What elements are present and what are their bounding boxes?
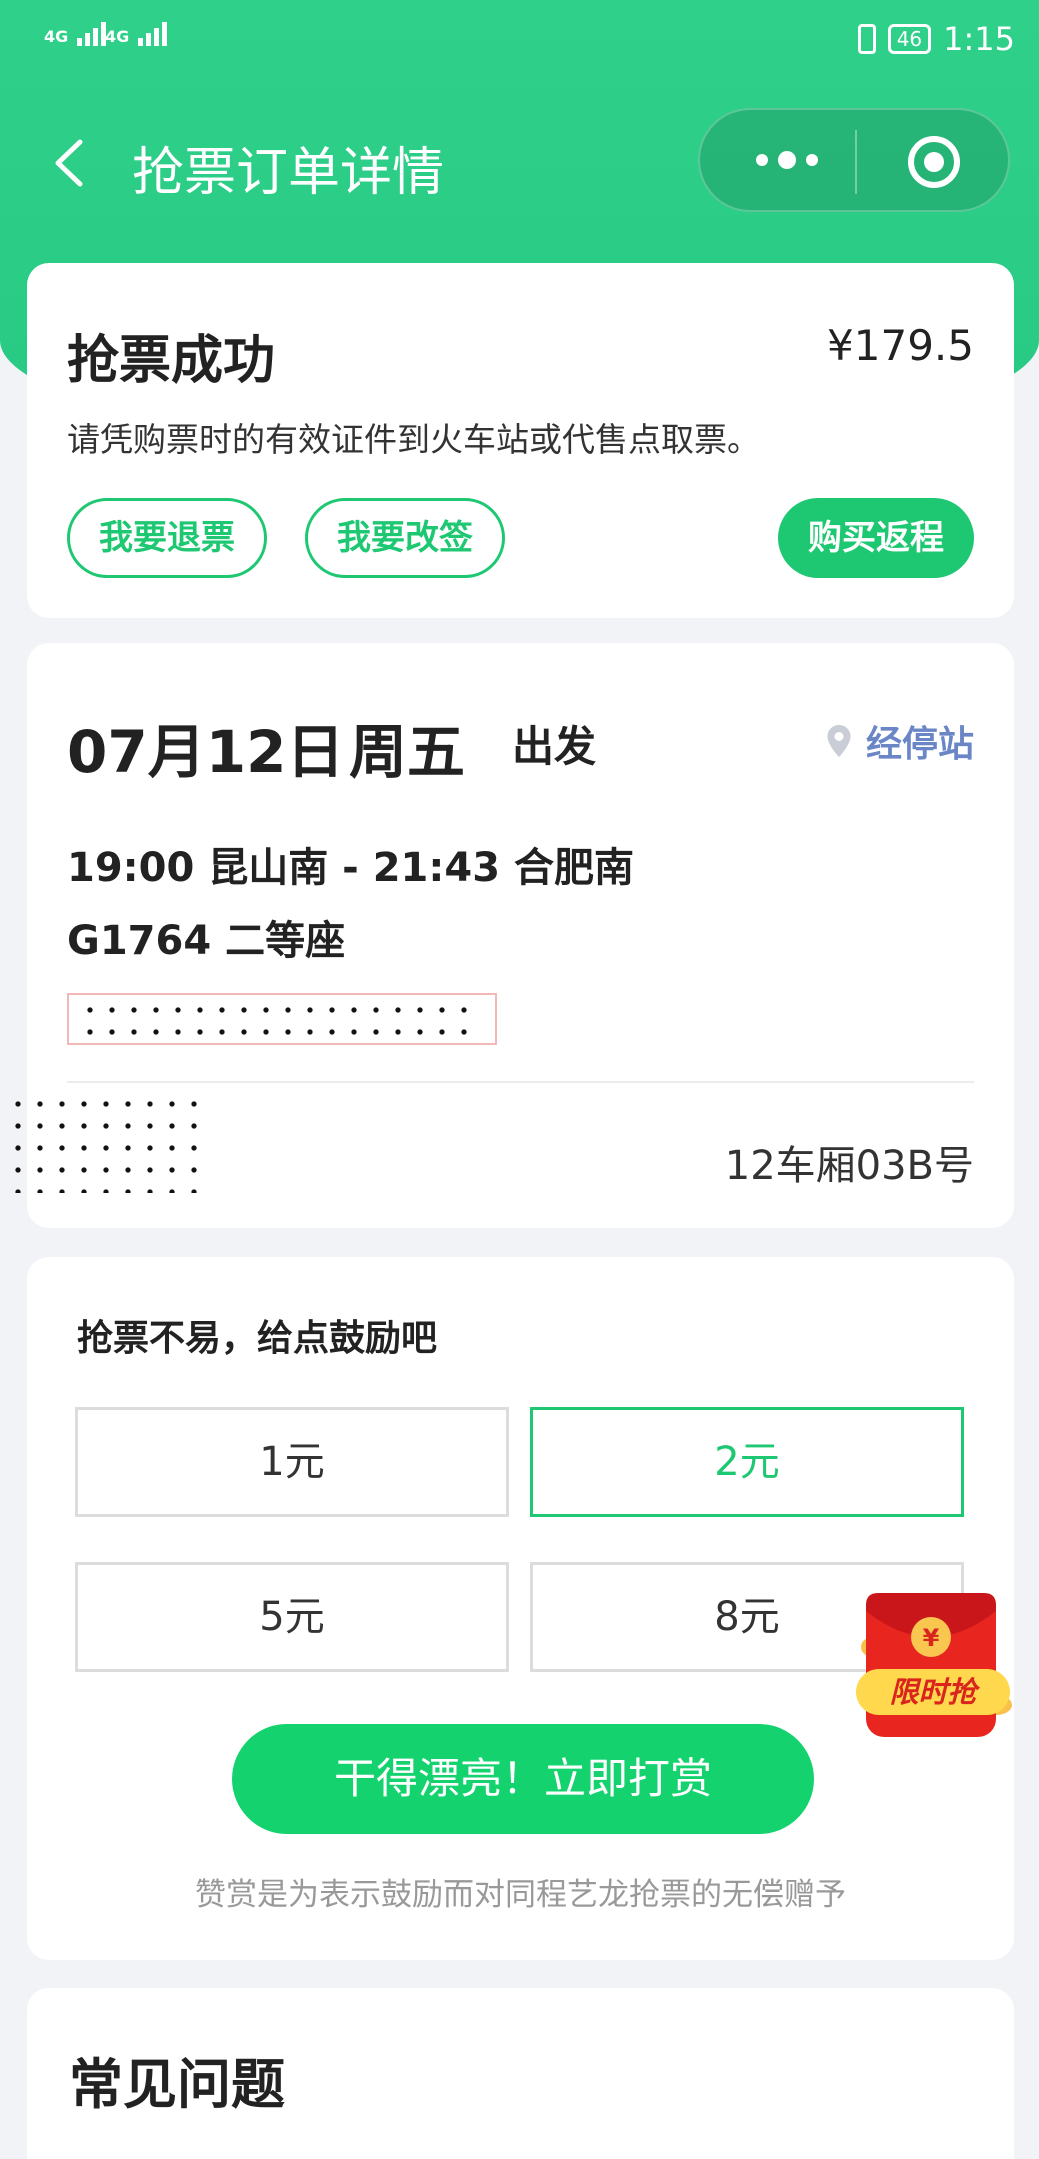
redaction-pattern bbox=[79, 999, 479, 1043]
location-pin-icon bbox=[827, 725, 851, 757]
mini-program-capsule bbox=[698, 108, 1010, 212]
red-envelope-icon[interactable]: ¥ 限时抢 bbox=[848, 1585, 1018, 1745]
order-status-title: 抢票成功 bbox=[67, 331, 276, 391]
stops-label: 经停站 bbox=[865, 724, 974, 765]
order-status-card: 抢票成功 ¥179.5 请凭购票时的有效证件到火车站或代售点取票。 我要退票 我… bbox=[27, 263, 1014, 618]
reward-note: 赞赏是为表示鼓励而对同程艺龙抢票的无偿赠予 bbox=[195, 1877, 846, 1913]
signal-label-1: 4G bbox=[44, 27, 69, 46]
capsule-divider bbox=[855, 130, 857, 194]
seat-number: 12车厢03B号 bbox=[724, 1143, 974, 1189]
train-number-class: G1764 二等座 bbox=[67, 918, 346, 964]
signal-label-2: 4G bbox=[105, 27, 130, 46]
order-status-description: 请凭购票时的有效证件到火车站或代售点取票。 bbox=[67, 420, 760, 459]
trip-weekday: 周五 bbox=[349, 718, 466, 786]
reward-option-5[interactable]: 5元 bbox=[75, 1562, 509, 1672]
nav-bar: 抢票订单详情 bbox=[0, 100, 1039, 220]
depart-label: 出发 bbox=[512, 722, 597, 771]
buy-return-button[interactable]: 购买返程 bbox=[778, 498, 974, 578]
trip-date: 07月12日 bbox=[67, 718, 345, 786]
status-right: 46 1:15 bbox=[857, 20, 1015, 58]
signal-indicator-2: 4G bbox=[105, 22, 170, 46]
battery-indicator: 46 bbox=[887, 24, 932, 54]
submit-reward-button[interactable]: 干得漂亮！立即打赏 bbox=[232, 1724, 814, 1834]
divider bbox=[67, 1081, 974, 1083]
clock: 1:15 bbox=[943, 20, 1015, 58]
order-price: ¥179.5 bbox=[827, 321, 974, 370]
signal-bars-icon bbox=[137, 22, 170, 46]
svg-text:¥: ¥ bbox=[923, 1624, 940, 1652]
signal-indicator-1: 4G bbox=[44, 22, 109, 46]
faq-card: 常见问题 bbox=[27, 1988, 1014, 2159]
reward-heading: 抢票不易，给点鼓励吧 bbox=[77, 1318, 438, 1359]
reward-option-2[interactable]: 2元 bbox=[530, 1407, 964, 1517]
vibrate-icon bbox=[857, 24, 876, 54]
reward-option-1[interactable]: 1元 bbox=[75, 1407, 509, 1517]
target-circle-icon[interactable] bbox=[906, 134, 962, 190]
page-title: 抢票订单详情 bbox=[132, 143, 445, 203]
chevron-left-icon[interactable] bbox=[50, 138, 90, 188]
redacted-passenger bbox=[7, 1093, 207, 1193]
status-bar: 4G 4G 46 1:15 bbox=[0, 0, 1039, 80]
promo-label: 限时抢 bbox=[889, 1675, 980, 1709]
refund-button[interactable]: 我要退票 bbox=[67, 498, 267, 578]
more-dots-icon[interactable] bbox=[752, 148, 822, 172]
trip-route: 19:00 昆山南 - 21:43 合肥南 bbox=[67, 845, 634, 891]
change-ticket-button[interactable]: 我要改签 bbox=[305, 498, 505, 578]
faq-title: 常见问题 bbox=[69, 2053, 285, 2116]
trip-info-card: 07月12日 周五 出发 经停站 19:00 昆山南 - 21:43 合肥南 G… bbox=[7, 643, 1014, 1228]
stops-link[interactable]: 经停站 bbox=[826, 715, 974, 767]
redacted-info bbox=[67, 993, 497, 1045]
